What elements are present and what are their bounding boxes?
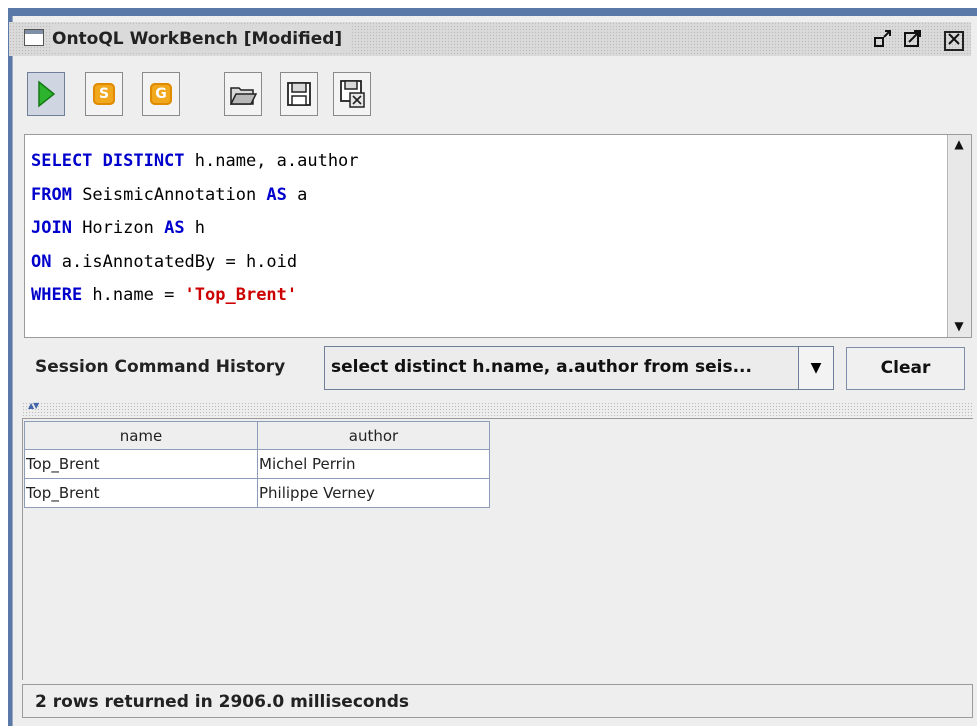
- table-cell[interactable]: Top_Brent: [24, 478, 258, 508]
- sql-keyword: JOIN: [31, 218, 72, 238]
- column-header-name[interactable]: name: [24, 421, 258, 450]
- close-icon[interactable]: [944, 31, 964, 51]
- query-editor[interactable]: SELECT DISTINCT h.name, a.author FROM Sei…: [24, 134, 972, 338]
- sql-keyword: WHERE: [31, 285, 83, 305]
- scroll-down-icon[interactable]: ▼: [952, 319, 966, 333]
- window-title: OntoQL WorkBench [Modified]: [52, 26, 351, 52]
- split-divider[interactable]: [22, 402, 973, 416]
- query-text[interactable]: SELECT DISTINCT h.name, a.author FROM Sei…: [31, 145, 359, 313]
- sql-string: 'Top_Brent': [184, 285, 298, 305]
- run-button[interactable]: [27, 72, 65, 116]
- column-header-author[interactable]: author: [257, 421, 490, 450]
- sql-text: h.name, a.author: [184, 151, 359, 171]
- play-icon: [38, 80, 56, 108]
- export-button[interactable]: [333, 72, 371, 116]
- status-bar: 2 rows returned in 2906.0 milliseconds: [22, 684, 973, 718]
- folder-open-icon: [229, 87, 257, 105]
- status-text: 2 rows returned in 2906.0 milliseconds: [35, 692, 409, 712]
- history-selected: select distinct h.name, a.author from se…: [331, 357, 752, 377]
- restore-icon[interactable]: [872, 28, 894, 50]
- table-cell[interactable]: Top_Brent: [24, 449, 258, 479]
- sql-text: h: [184, 218, 206, 238]
- table-row[interactable]: Top_Brent Michel Perrin: [24, 449, 490, 479]
- query-line[interactable]: WHERE h.name = 'Top_Brent': [31, 279, 359, 313]
- window-icon: [24, 29, 44, 46]
- clear-button[interactable]: Clear: [846, 347, 965, 390]
- query-line[interactable]: FROM SeismicAnnotation AS a: [31, 179, 359, 213]
- g-button[interactable]: G: [142, 72, 180, 116]
- sql-text: h.name =: [82, 285, 185, 305]
- results-table[interactable]: name author Top_Brent Michel Perrin Top_…: [24, 421, 490, 508]
- history-label: Session Command History: [35, 357, 286, 377]
- table-cell[interactable]: Philippe Verney: [257, 478, 490, 508]
- sql-keyword: ON: [31, 251, 52, 272]
- floppy-icon: [287, 82, 311, 106]
- sql-keyword: SELECT DISTINCT: [31, 151, 185, 171]
- sql-text: Horizon: [71, 218, 165, 238]
- table-cell[interactable]: Michel Perrin: [257, 449, 490, 479]
- history-dropdown-button[interactable]: ▼: [798, 346, 834, 390]
- g-badge-icon: G: [150, 83, 172, 105]
- open-button[interactable]: [224, 72, 262, 116]
- query-line[interactable]: ON a.isAnnotatedBy = h.oid: [31, 246, 359, 280]
- sql-keyword: AS: [164, 218, 185, 238]
- chevron-down-icon: ▼: [810, 360, 822, 376]
- s-badge-icon: S: [93, 83, 115, 105]
- editor-scrollbar[interactable]: ▲ ▼: [947, 135, 971, 337]
- save-button[interactable]: [280, 72, 318, 116]
- sql-keyword: FROM: [31, 184, 72, 205]
- scroll-up-icon[interactable]: ▲: [952, 137, 966, 151]
- sql-text: SeismicAnnotation: [71, 184, 267, 205]
- sql-text: a: [286, 184, 308, 205]
- query-line[interactable]: SELECT DISTINCT h.name, a.author: [31, 145, 359, 179]
- s-button[interactable]: S: [85, 72, 123, 116]
- table-row[interactable]: Top_Brent Philippe Verney: [24, 478, 490, 508]
- floppy-export-icon: [340, 80, 365, 108]
- maximize-icon[interactable]: [902, 28, 924, 50]
- query-line[interactable]: JOIN Horizon AS h: [31, 212, 359, 246]
- split-arrows-icon[interactable]: ▲▼: [28, 401, 39, 410]
- sql-text: a.isAnnotatedBy = h.oid: [51, 251, 298, 272]
- sql-keyword: AS: [266, 184, 287, 205]
- history-combo[interactable]: select distinct h.name, a.author from se…: [324, 346, 814, 390]
